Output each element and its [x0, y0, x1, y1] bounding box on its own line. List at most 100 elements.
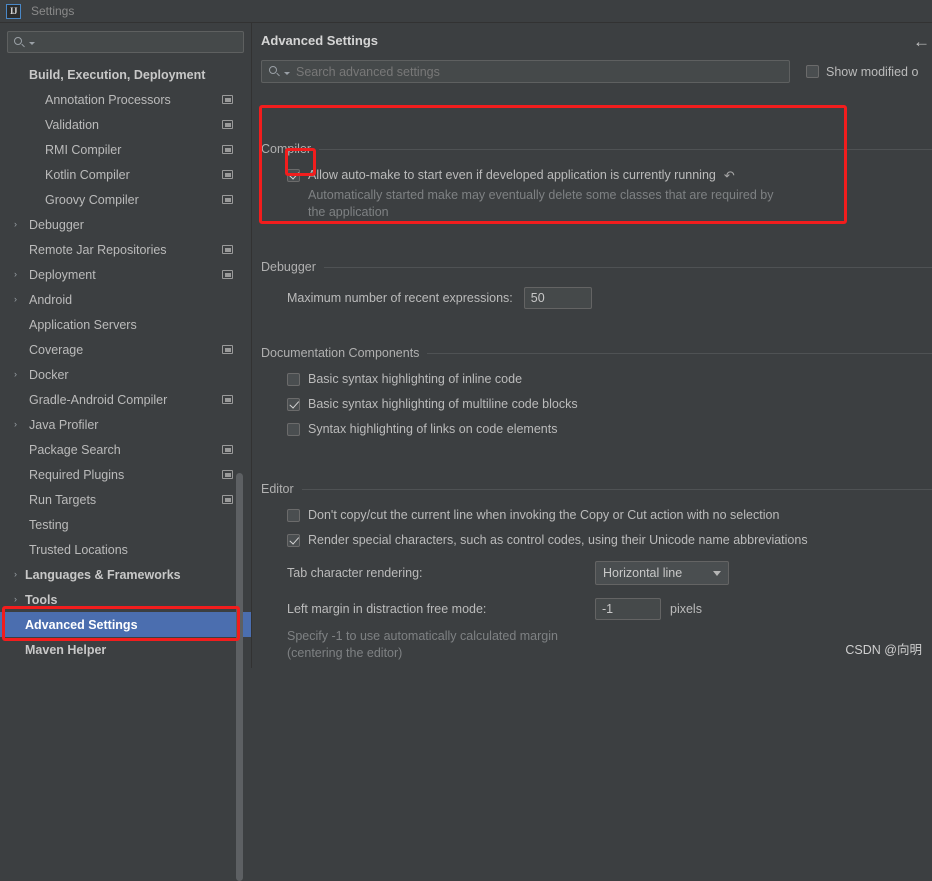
sidebar-item-android[interactable]: › Android: [0, 287, 251, 312]
doc-links-code-elements-checkbox-row[interactable]: Syntax highlighting of links on code ele…: [287, 422, 932, 436]
sidebar-item-remote-jar-repositories[interactable]: Remote Jar Repositories: [0, 237, 251, 262]
sidebar-item-trusted-locations[interactable]: Trusted Locations: [0, 537, 251, 562]
sidebar-item-annotation-processors[interactable]: Annotation Processors: [0, 87, 251, 112]
settings-body: Build, Execution, Deployment Annotation …: [0, 23, 932, 881]
tab-character-rendering-value: Horizontal line: [603, 566, 683, 580]
chevron-right-icon[interactable]: ›: [14, 420, 25, 429]
sidebar-item-application-servers[interactable]: Application Servers: [0, 312, 251, 337]
left-margin-input[interactable]: -1: [595, 598, 661, 620]
left-margin-hint: Specify -1 to use automatically calculat…: [287, 629, 558, 660]
copy-settings-icon[interactable]: [222, 445, 233, 454]
sidebar-item-label: Android: [29, 292, 73, 307]
copy-settings-icon[interactable]: [222, 245, 233, 254]
show-modified-only-checkbox[interactable]: Show modified o: [806, 65, 918, 79]
left-margin-unit: pixels: [670, 602, 702, 616]
copy-settings-icon[interactable]: [222, 470, 233, 479]
chevron-right-icon[interactable]: ›: [14, 270, 25, 279]
sidebar-item-testing[interactable]: Testing: [0, 512, 251, 537]
copy-settings-icon[interactable]: [222, 270, 233, 279]
sidebar-item-run-targets[interactable]: Run Targets: [0, 487, 251, 512]
copy-settings-icon[interactable]: [222, 345, 233, 354]
revert-icon[interactable]: ↶: [724, 169, 735, 182]
copy-settings-icon[interactable]: [222, 120, 233, 129]
allow-auto-make-checkbox-row[interactable]: Allow auto-make to start even if develop…: [287, 168, 932, 182]
max-recent-expressions-input[interactable]: 50: [523, 287, 592, 309]
page-title: Advanced Settings: [261, 33, 379, 48]
sidebar-item-advanced-settings[interactable]: Advanced Settings: [0, 612, 251, 637]
sidebar-item-required-plugins[interactable]: Required Plugins: [0, 462, 251, 487]
sidebar-item-build-execution-deployment[interactable]: Build, Execution, Deployment: [0, 62, 251, 87]
copy-settings-icon[interactable]: [222, 195, 233, 204]
sidebar-item-java-profiler[interactable]: › Java Profiler: [0, 412, 251, 437]
sidebar-item-package-search[interactable]: Package Search: [0, 437, 251, 462]
chevron-right-icon[interactable]: ›: [14, 220, 25, 229]
checkbox-box[interactable]: [287, 422, 300, 436]
doc-inline-code-label: Basic syntax highlighting of inline code: [308, 372, 523, 386]
sidebar-scrollbar-track[interactable]: [236, 245, 247, 881]
sidebar-item-groovy-compiler[interactable]: Groovy Compiler: [0, 187, 251, 212]
sidebar-item-docker[interactable]: › Docker: [0, 362, 251, 387]
sidebar-item-gradle-android-compiler[interactable]: Gradle-Android Compiler: [0, 387, 251, 412]
sidebar-item-label: Gradle-Android Compiler: [29, 392, 168, 407]
left-margin-label: Left margin in distraction free mode:: [287, 602, 487, 616]
back-arrow-icon[interactable]: ←: [913, 33, 930, 50]
copy-settings-icon[interactable]: [222, 170, 233, 179]
dont-copy-cut-line-checkbox-row[interactable]: Don't copy/cut the current line when inv…: [287, 508, 932, 522]
advanced-search-input[interactable]: Search advanced settings: [261, 60, 790, 83]
sidebar-item-label: Java Profiler: [29, 417, 99, 432]
section-divider: [301, 488, 932, 490]
sidebar-item-kotlin-compiler[interactable]: Kotlin Compiler: [0, 162, 251, 187]
sidebar-item-label: Deployment: [29, 267, 96, 282]
max-recent-expressions-row: Maximum number of recent expressions: 50: [287, 287, 932, 309]
sidebar-scrollbar-thumb[interactable]: [236, 473, 243, 881]
doc-multiline-code-checkbox-row[interactable]: Basic syntax highlighting of multiline c…: [287, 397, 932, 411]
search-icon: [269, 65, 282, 78]
left-margin-row: Left margin in distraction free mode: -1…: [287, 598, 932, 620]
sidebar-item-label: Groovy Compiler: [45, 192, 139, 207]
advanced-search-row: Search advanced settings Show modified o: [261, 60, 932, 83]
section-editor: Editor Don't copy/cut the current line w…: [261, 481, 932, 662]
section-debugger: Debugger Maximum number of recent expres…: [261, 259, 932, 309]
doc-inline-code-checkbox-row[interactable]: Basic syntax highlighting of inline code: [287, 372, 932, 386]
render-special-characters-checkbox-row[interactable]: Render special characters, such as contr…: [287, 533, 932, 547]
tab-character-rendering-select[interactable]: Horizontal line: [595, 561, 729, 585]
intellij-logo-icon: IJ: [6, 3, 21, 19]
sidebar-item-rmi-compiler[interactable]: RMI Compiler: [0, 137, 251, 162]
copy-settings-icon[interactable]: [222, 395, 233, 404]
settings-search-input[interactable]: [7, 31, 244, 53]
sidebar-item-debugger[interactable]: › Debugger: [0, 212, 251, 237]
copy-settings-icon[interactable]: [222, 95, 233, 104]
checkbox-box[interactable]: [287, 397, 300, 411]
checkbox-box[interactable]: [287, 168, 300, 182]
chevron-right-icon[interactable]: ›: [14, 570, 25, 579]
sidebar-item-languages-frameworks[interactable]: › Languages & Frameworks: [0, 562, 251, 587]
sidebar-item-label: Annotation Processors: [45, 92, 171, 107]
chevron-down-icon[interactable]: [29, 42, 35, 45]
chevron-down-icon[interactable]: [284, 71, 290, 75]
section-header: Documentation Components: [261, 345, 932, 361]
sidebar-item-validation[interactable]: Validation: [0, 112, 251, 137]
sidebar-item-coverage[interactable]: Coverage: [0, 337, 251, 362]
checkbox-box[interactable]: [806, 65, 819, 78]
chevron-right-icon[interactable]: ›: [14, 295, 25, 304]
checkbox-box[interactable]: [287, 508, 300, 522]
sidebar-item-deployment[interactable]: › Deployment: [0, 262, 251, 287]
copy-settings-icon[interactable]: [222, 495, 233, 504]
chevron-right-icon[interactable]: ›: [14, 370, 25, 379]
sidebar-item-tools[interactable]: › Tools: [0, 587, 251, 612]
copy-settings-icon[interactable]: [222, 145, 233, 154]
sidebar-item-label: Tools: [25, 592, 58, 607]
sidebar-item-label: Trusted Locations: [29, 542, 128, 557]
sidebar-item-maven-helper[interactable]: Maven Helper: [0, 637, 251, 662]
checkbox-box[interactable]: [287, 372, 300, 386]
checkbox-box[interactable]: [287, 533, 300, 547]
chevron-right-icon[interactable]: ›: [14, 595, 25, 604]
